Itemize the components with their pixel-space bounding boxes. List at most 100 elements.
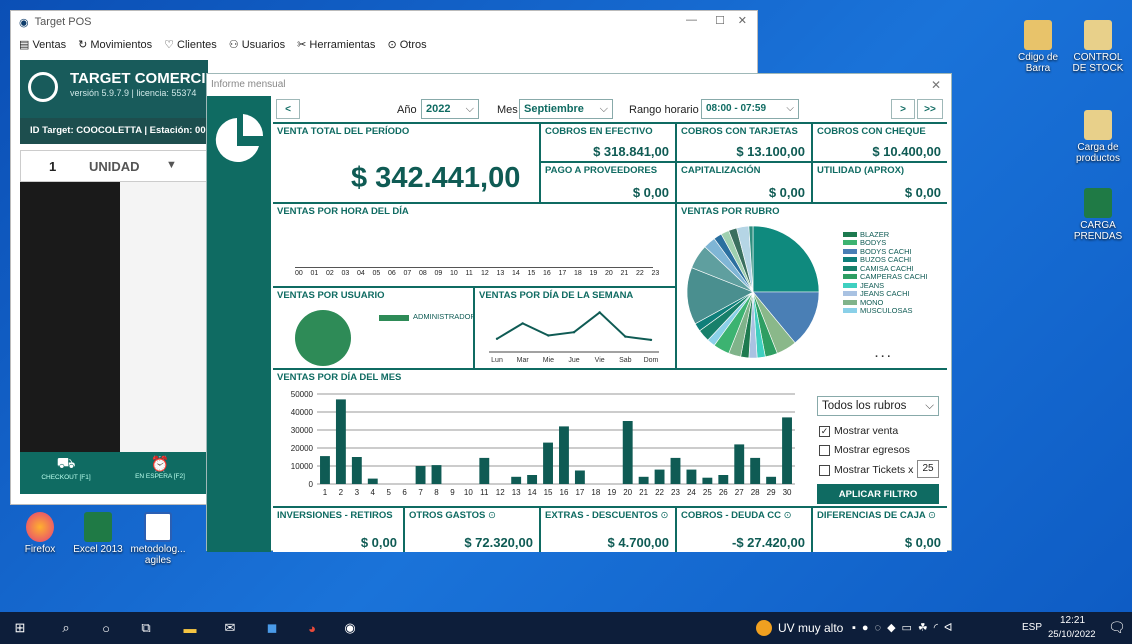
next-button[interactable]: > [891,99,915,119]
bar [335,399,346,484]
x-tick-label: Vie [595,357,605,364]
range-label: Rango horario [629,104,699,116]
efectivo-card: COBROS EN EFECTIVO $ 318.841,00 [541,124,675,161]
card-value: $ 13.100,00 [736,144,805,159]
target-pos-taskbar-icon[interactable]: ◉ [340,618,360,638]
range-select[interactable]: 08:00 - 07:59 ⌵ [701,99,799,119]
bar [686,469,697,484]
month-select[interactable]: Septiembre ⌵ [519,99,613,119]
card-label-wrap: EXTRAS - DESCUENTOS ⊙ [545,510,668,521]
card-label: COBROS - DEUDA CC [681,510,781,521]
cortana-icon[interactable]: ○ [96,618,116,638]
menu-usuarios[interactable]: ⚇ Usuarios [229,38,285,51]
year-select[interactable]: 2022 ⌵ [421,99,479,119]
tickets-count-input[interactable]: 25 [917,460,939,478]
x-tick-label: 18 [591,488,600,497]
chevron-down-icon: ⌵ [465,103,474,115]
chevron-down-icon[interactable]: ▼ [166,159,177,171]
desktop-icon-carga-prendas[interactable]: CARGA PRENDAS [1068,188,1128,242]
info-icon[interactable]: ⊙ [784,510,792,521]
report-sidebar [207,96,271,552]
deuda-card: COBROS - DEUDA CC ⊙ -$ 27.420,00 [677,508,811,552]
language-indicator[interactable]: ESP [1022,622,1042,633]
mail-icon[interactable]: ✉ [220,618,240,638]
search-icon[interactable]: ⌕ [56,618,76,638]
file-explorer-icon[interactable]: ▬ [180,618,200,638]
minimize-button[interactable]: — [686,14,697,26]
target-logo-icon: ◉ [19,16,29,29]
maximize-button[interactable]: ☐ [715,14,725,27]
hour-tick-label: 00 [295,270,303,277]
menu-movimientos[interactable]: ↻ Movimientos [78,38,152,51]
proveedores-card: PAGO A PROVEEDORES $ 0,00 [541,163,675,202]
info-icon[interactable]: ⊙ [488,510,496,521]
desktop-icon-label: Carga de productos [1076,142,1120,164]
en-espera-button[interactable]: ⏰ EN ESPERA [F2] [114,452,206,494]
info-icon[interactable]: ⊙ [928,510,936,521]
card-label: OTROS GASTOS [409,510,486,521]
x-tick-label: 6 [402,488,407,497]
last-button[interactable]: >> [917,99,943,119]
desktop-icon-firefox[interactable]: Firefox [10,512,70,556]
x-tick-label: 25 [703,488,712,497]
notifications-icon[interactable]: 🗨 [1108,619,1126,636]
clock-date[interactable]: 25/10/2022 [1048,629,1096,640]
data-point [495,337,499,340]
close-icon[interactable]: ✕ [931,78,941,92]
card-label: CAPITALIZACIÓN [681,165,761,176]
menu-label: Movimientos [90,38,153,51]
x-tick-label: 19 [607,488,616,497]
y-tick-label: 50000 [291,390,314,399]
bar [367,478,378,484]
card-label: VENTAS POR HORA DEL DÍA [277,206,409,217]
outlook-icon[interactable]: ◼ [262,618,282,638]
desktop-icon-excel[interactable]: Excel 2013 [68,512,128,556]
y-tick-label: 40000 [291,408,314,417]
weather-text[interactable]: UV muy alto [778,621,843,635]
checkout-button[interactable]: ⛟ CHECKOUT [F1] [20,452,112,494]
diferencias-card: DIFERENCIAS DE CAJA ⊙ $ 0,00 [813,508,947,552]
aplicar-filtro-button[interactable]: APLICAR FILTRO [817,484,939,504]
x-tick-label: 21 [639,488,648,497]
menu-otros[interactable]: ⊙ Otros [387,38,426,51]
data-point [598,311,601,314]
menu-clientes[interactable]: ♡ Clientes [164,38,217,51]
x-tick-label: 15 [544,488,553,497]
chrome-icon[interactable]: ◕ [302,618,322,638]
info-icon[interactable]: ⊙ [660,510,668,521]
desktop-icon-carga-productos[interactable]: Carga de productos [1068,110,1128,164]
bar [479,457,490,484]
rubro-filter-select[interactable]: Todos los rubros ⌵ [817,396,939,416]
x-tick-label: 14 [528,488,537,497]
unit-select[interactable]: UNIDAD [89,159,140,174]
y-tick-label: 0 [309,480,314,489]
desktop-icon-control-stock[interactable]: CONTROL DE STOCK [1068,20,1128,74]
legend-more: . . . [875,348,891,360]
prev-button[interactable]: < [276,99,300,119]
mostrar-tickets-checkbox[interactable]: Mostrar Tickets x [819,464,913,476]
bar [654,469,665,484]
x-tick-label: 16 [560,488,569,497]
desktop-icon-barcode[interactable]: Cdigo de Barra [1008,20,1068,74]
card-label: VENTA TOTAL DEL PERÍODO [277,126,410,137]
windows-start-icon[interactable]: ⊞ [10,618,30,638]
menu-herramientas[interactable]: ✂ Herramientas [297,38,375,51]
menu-label: Usuarios [241,38,286,51]
menu-ventas[interactable]: ▤ Ventas [19,38,66,51]
qty-field[interactable]: 1 [49,159,56,174]
bar [670,457,681,484]
mostrar-venta-checkbox[interactable]: ✓ Mostrar venta [819,425,898,437]
year-value: 2022 [426,103,451,115]
task-view-icon[interactable]: ⧉ [136,618,156,638]
mostrar-egresos-checkbox[interactable]: Mostrar egresos [819,444,910,456]
desktop-icon-word-doc[interactable]: metodolog... agiles [128,512,188,566]
series-line [496,311,652,341]
legend-swatch [843,308,857,314]
legend-label: MUSCULOSAS [860,306,913,316]
hour-axis [295,267,653,268]
close-button[interactable]: ✕ [738,14,747,27]
clock-time[interactable]: 12:21 [1060,615,1085,626]
tray-icons[interactable]: ▪●◌◆▭☘◜ᐊ [852,621,959,634]
legend-item: BODYS [843,238,947,247]
card-value: $ 0,00 [768,185,805,200]
